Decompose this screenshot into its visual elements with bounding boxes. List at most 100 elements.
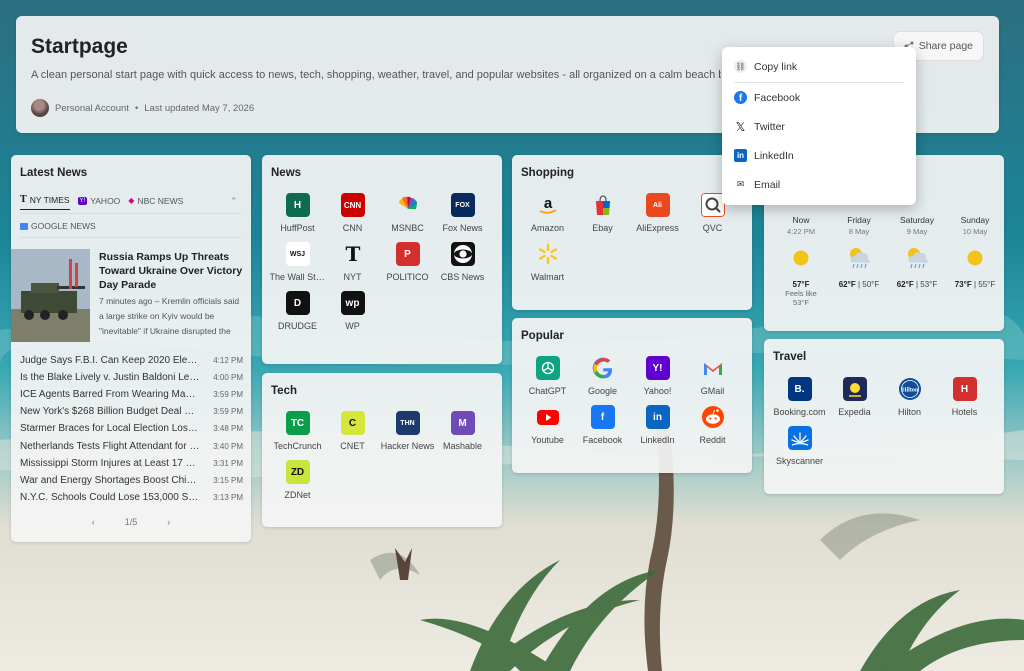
link-gmail[interactable]: GMail bbox=[685, 356, 740, 396]
link-cnet[interactable]: C CNET bbox=[325, 411, 380, 451]
headline-time: 3:48 PM bbox=[213, 424, 243, 434]
link-label: Skyscanner bbox=[775, 456, 824, 466]
booking-icon: B. bbox=[787, 377, 812, 401]
link-hacker-news[interactable]: THN Hacker News bbox=[380, 411, 435, 451]
mashable-icon: M bbox=[450, 411, 475, 435]
headline-row[interactable]: Starmer Braces for Local Election Losses… bbox=[20, 420, 243, 437]
temp-high: 62°F bbox=[896, 280, 914, 289]
headline-text: Netherlands Tests Flight Attendant for V… bbox=[20, 440, 200, 452]
link-wp[interactable]: wp WP bbox=[325, 291, 380, 331]
svg-text:a: a bbox=[543, 195, 552, 212]
link-amazon[interactable]: a Amazon bbox=[520, 193, 575, 233]
share-email[interactable]: ✉ Email bbox=[734, 178, 781, 191]
tech-title: Tech bbox=[271, 385, 297, 397]
link-aliexpress[interactable]: Ali AliExpress bbox=[630, 193, 685, 233]
headline-text: New York's $268 Billion Budget Deal Reac… bbox=[20, 406, 200, 418]
temp-separator: | bbox=[857, 280, 861, 289]
prev-page-button[interactable]: ‹ bbox=[92, 517, 95, 527]
headline-row[interactable]: New York's $268 Billion Budget Deal Reac… bbox=[20, 403, 243, 420]
link-chatgpt[interactable]: ChatGPT bbox=[520, 356, 575, 396]
link-msnbc[interactable]: MSNBC bbox=[380, 193, 435, 233]
link-cbs-news[interactable]: CBS News bbox=[435, 242, 490, 282]
weather-day: Sunday 10 May 73°F | 55°F bbox=[946, 215, 1004, 307]
walmart-icon bbox=[536, 242, 560, 266]
share-copy-link[interactable]: ⛓ Copy link bbox=[734, 60, 797, 73]
share-linkedin[interactable]: in LinkedIn bbox=[734, 149, 794, 162]
link-drudge[interactable]: D DRUDGE bbox=[270, 291, 325, 331]
collapse-tabs-icon[interactable]: ⌃ bbox=[230, 196, 238, 207]
link-mashable[interactable]: M Mashable bbox=[435, 411, 490, 451]
hotels-icon: H bbox=[952, 377, 977, 401]
shopping-links: a Amazon Ebay Ali AliExpress QVC Walmart bbox=[520, 193, 740, 282]
link-label: Youtube bbox=[531, 435, 564, 445]
share-facebook[interactable]: f Facebook bbox=[734, 91, 800, 104]
weather-day-name: Saturday bbox=[899, 215, 935, 225]
cbs-news-icon bbox=[450, 242, 475, 266]
tab-nbc-news[interactable]: ◆ NBC NEWS bbox=[128, 196, 183, 210]
headline-row[interactable]: N.Y.C. Schools Could Lose 153,000 Studen… bbox=[20, 489, 243, 506]
headline-row[interactable]: Judge Says F.B.I. Can Keep 2020 Election… bbox=[20, 352, 243, 369]
chatgpt-icon bbox=[535, 356, 560, 380]
wsj-icon: WSJ bbox=[285, 242, 310, 266]
account-name[interactable]: Personal Account bbox=[55, 103, 129, 114]
link-cnn[interactable]: CNN CNN bbox=[325, 193, 380, 233]
headline-list: Judge Says F.B.I. Can Keep 2020 Election… bbox=[20, 352, 243, 506]
link-label: LinkedIn bbox=[640, 435, 675, 445]
link-ebay[interactable]: Ebay bbox=[575, 193, 630, 233]
svg-text:Hilton: Hilton bbox=[901, 388, 918, 394]
link-hotels[interactable]: H Hotels bbox=[937, 377, 992, 417]
link-hilton[interactable]: Hilton Hilton bbox=[882, 377, 937, 417]
weather-date: 4:22 PM bbox=[787, 227, 815, 236]
link-techcrunch[interactable]: TC TechCrunch bbox=[270, 411, 325, 451]
link-fox-news[interactable]: FOX Fox News bbox=[435, 193, 490, 233]
headline-row[interactable]: War and Energy Shortages Boost China's E… bbox=[20, 472, 243, 489]
washington-post-icon: wp bbox=[340, 291, 365, 315]
link-nyt[interactable]: T NYT bbox=[325, 242, 380, 282]
tab-yahoo[interactable]: Y! YAHOO bbox=[77, 196, 120, 210]
headline-time: 4:00 PM bbox=[213, 373, 243, 383]
tab-ny-times[interactable]: T NY TIMES bbox=[20, 195, 70, 210]
avatar[interactable] bbox=[31, 99, 49, 117]
link-youtube[interactable]: Youtube bbox=[520, 405, 575, 445]
link-reddit[interactable]: Reddit bbox=[685, 405, 740, 445]
featured-article-title[interactable]: Russia Ramps Up Threats Toward Ukraine O… bbox=[99, 250, 244, 292]
travel-links: B. Booking.com Expedia Hilton Hilton H Hotels S… bbox=[772, 377, 992, 466]
link-huffpost[interactable]: H HuffPost bbox=[270, 193, 325, 233]
expedia-icon bbox=[842, 377, 867, 401]
temp-separator: | bbox=[915, 280, 919, 289]
featured-article-image[interactable] bbox=[11, 249, 90, 342]
link-linkedin[interactable]: in LinkedIn bbox=[630, 405, 685, 445]
link-yahoo[interactable]: Y! Yahoo! bbox=[630, 356, 685, 396]
next-page-button[interactable]: › bbox=[167, 517, 170, 527]
link-google[interactable]: Google bbox=[575, 356, 630, 396]
news-source-tabs: T NY TIMES Y! YAHOO ◆ NBC NEWS bbox=[20, 195, 183, 210]
weather-temp: 62°F | 53°F bbox=[897, 280, 938, 289]
link-label: QVC bbox=[702, 223, 723, 233]
tech-card: Tech TC TechCrunch C CNET THN Hacker News M Mas… bbox=[262, 373, 502, 527]
headline-row[interactable]: ICE Agents Barred From Wearing Masks in … bbox=[20, 386, 243, 403]
headline-row[interactable]: Netherlands Tests Flight Attendant for V… bbox=[20, 437, 243, 454]
weather-date: 10 May bbox=[962, 227, 988, 236]
link-the-wall-street-journal[interactable]: WSJ The Wall Street Journal bbox=[270, 242, 326, 282]
headline-row[interactable]: Is the Blake Lively v. Justin Baldoni Le… bbox=[20, 369, 243, 386]
youtube-icon bbox=[536, 405, 560, 429]
link-label: ZDNet bbox=[284, 490, 311, 500]
temp-separator: | bbox=[973, 280, 977, 289]
link-politico[interactable]: P POLITICO bbox=[380, 242, 435, 282]
featured-article-summary: 7 minutes ago – Kremlin officials said a… bbox=[99, 296, 240, 336]
link-skyscanner[interactable]: Skyscanner bbox=[772, 426, 827, 466]
link-booking-com[interactable]: B. Booking.com bbox=[772, 377, 827, 417]
tab-google-news[interactable]: GOOGLE NEWS bbox=[20, 221, 96, 231]
aliexpress-icon: Ali bbox=[645, 193, 670, 217]
link-facebook[interactable]: f Facebook bbox=[575, 405, 630, 445]
link-label: Hacker News bbox=[380, 441, 435, 451]
share-twitter[interactable]: 𝕏 Twitter bbox=[734, 120, 785, 134]
link-zdnet[interactable]: ZD ZDNet bbox=[270, 460, 325, 500]
hilton-icon: Hilton bbox=[898, 377, 922, 401]
temp-high: 73°F bbox=[954, 280, 972, 289]
headline-text: Is the Blake Lively v. Justin Baldoni Le… bbox=[20, 372, 200, 384]
link-walmart[interactable]: Walmart bbox=[520, 242, 575, 282]
linkedin-icon: in bbox=[645, 405, 670, 429]
headline-row[interactable]: Mississippi Storm Injures at Least 17 as… bbox=[20, 455, 243, 472]
link-expedia[interactable]: Expedia bbox=[827, 377, 882, 417]
